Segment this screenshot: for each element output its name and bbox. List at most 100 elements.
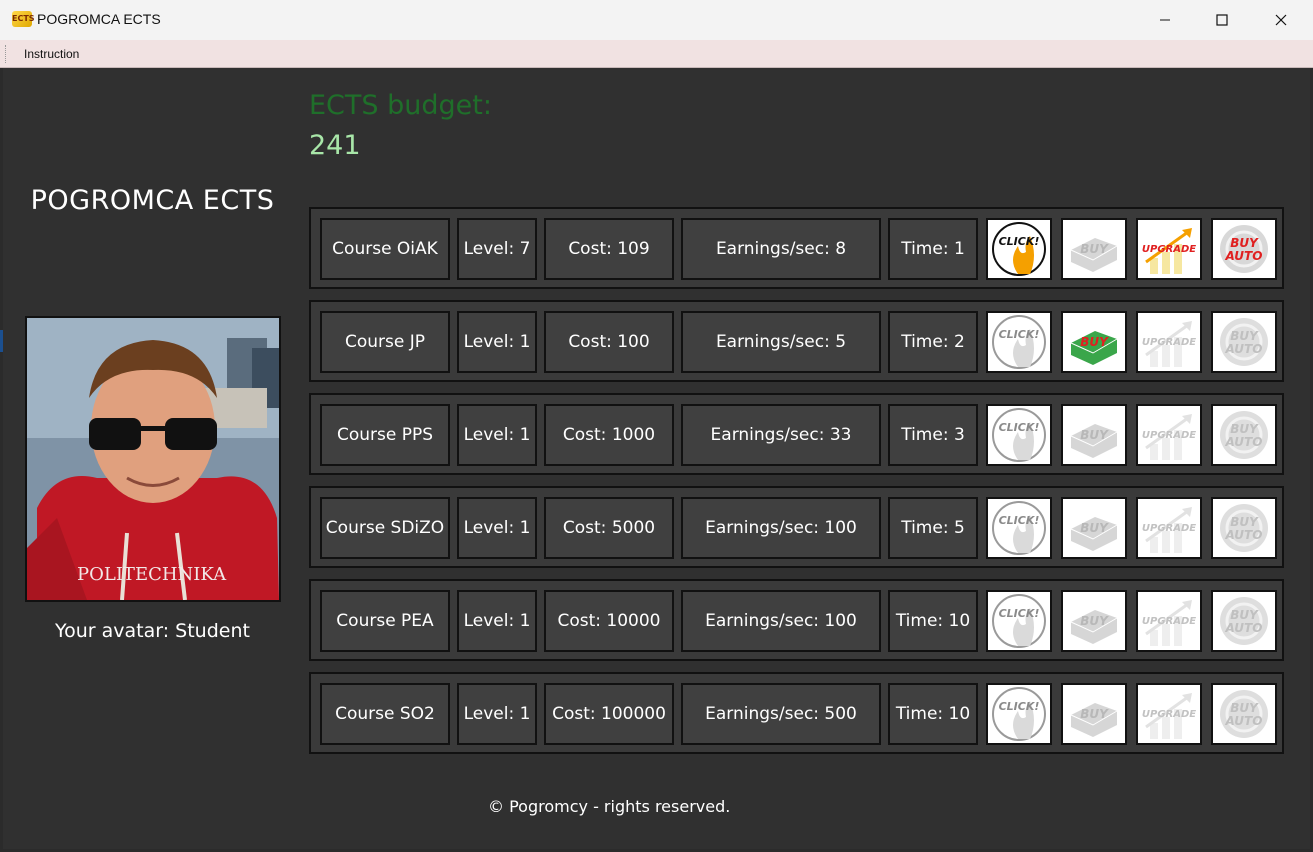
svg-text:BUY: BUY: [1230, 701, 1259, 715]
minimize-button[interactable]: [1136, 0, 1194, 40]
upgrade-icon: UPGRADE: [1142, 600, 1196, 646]
course-earnings: Earnings/sec: 5: [681, 311, 881, 373]
window-edge-marker: [0, 330, 3, 352]
course-name: Course OiAK: [320, 218, 450, 280]
upgrade-icon: UPGRADE: [1142, 507, 1196, 553]
avatar-photo: POLITECHNIKA: [27, 318, 279, 600]
course-level: Level: 1: [457, 311, 537, 373]
buy-auto-icon: BUY AUTO: [1220, 690, 1268, 738]
svg-text:CLICK!: CLICK!: [999, 607, 1040, 620]
svg-text:UPGRADE: UPGRADE: [1142, 244, 1196, 255]
svg-text:AUTO: AUTO: [1225, 435, 1263, 449]
buy-button[interactable]: BUY: [1061, 590, 1127, 652]
course-level: Level: 7: [457, 218, 537, 280]
click-button[interactable]: CLICK!: [986, 683, 1052, 745]
course-time: Time: 2: [888, 311, 978, 373]
buy-auto-button[interactable]: BUY AUTO: [1211, 404, 1277, 466]
menu-grip: [5, 45, 8, 63]
course-row: Course PEA Level: 1 Cost: 10000 Earnings/se…: [309, 579, 1284, 661]
svg-text:BUY: BUY: [1080, 335, 1109, 349]
upgrade-icon: UPGRADE: [1142, 414, 1196, 460]
buy-auto-button[interactable]: BUY AUTO: [1211, 497, 1277, 559]
svg-text:BUY: BUY: [1230, 515, 1259, 529]
maximize-button[interactable]: [1193, 0, 1251, 40]
svg-text:UPGRADE: UPGRADE: [1142, 523, 1196, 534]
svg-text:BUY: BUY: [1230, 422, 1259, 436]
svg-text:UPGRADE: UPGRADE: [1142, 430, 1196, 441]
course-name: Course SO2: [320, 683, 450, 745]
svg-text:CLICK!: CLICK!: [999, 235, 1040, 248]
course-cost: Cost: 100000: [544, 683, 674, 745]
buy-button[interactable]: BUY: [1061, 683, 1127, 745]
click-button[interactable]: CLICK!: [986, 311, 1052, 373]
upgrade-button[interactable]: UPGRADE: [1136, 497, 1202, 559]
click-button[interactable]: CLICK!: [986, 218, 1052, 280]
buy-icon: BUY: [1070, 424, 1118, 458]
buy-button[interactable]: BUY: [1061, 404, 1127, 466]
avatar-caption: Your avatar: Student: [55, 620, 250, 642]
click-button[interactable]: CLICK!: [986, 404, 1052, 466]
course-row: Course PPS Level: 1 Cost: 1000 Earnings/sec…: [309, 393, 1284, 475]
course-name: Course SDiZO: [320, 497, 450, 559]
click-button[interactable]: CLICK!: [986, 497, 1052, 559]
svg-text:CLICK!: CLICK!: [999, 514, 1040, 527]
course-time: Time: 3: [888, 404, 978, 466]
app-icon: ECTS: [12, 11, 35, 27]
svg-text:BUY: BUY: [1080, 707, 1109, 721]
svg-text:CLICK!: CLICK!: [999, 328, 1040, 341]
svg-text:BUY: BUY: [1230, 236, 1259, 250]
menu-bar: [0, 40, 1313, 68]
course-cost: Cost: 10000: [544, 590, 674, 652]
budget-value: 241: [309, 130, 361, 161]
budget-label: ECTS budget:: [309, 90, 492, 121]
buy-button[interactable]: BUY: [1061, 497, 1127, 559]
click-icon: CLICK!: [992, 687, 1046, 741]
click-icon: CLICK!: [992, 408, 1046, 462]
buy-button[interactable]: BUY: [1061, 218, 1127, 280]
title-bar: [0, 0, 1313, 41]
course-row: Course SO2 Level: 1 Cost: 100000 Earnings/s…: [309, 672, 1284, 754]
click-icon: CLICK!: [992, 315, 1046, 369]
buy-button[interactable]: BUY: [1061, 311, 1127, 373]
buy-icon: BUY: [1070, 238, 1118, 272]
svg-text:UPGRADE: UPGRADE: [1142, 337, 1196, 348]
buy-auto-icon: BUY AUTO: [1220, 225, 1268, 273]
course-time: Time: 1: [888, 218, 978, 280]
buy-auto-button[interactable]: BUY AUTO: [1211, 311, 1277, 373]
course-name: Course PEA: [320, 590, 450, 652]
menu-instruction[interactable]: Instruction: [24, 47, 79, 61]
course-row: Course OiAK Level: 7 Cost: 109 Earnings/sec…: [309, 207, 1284, 289]
buy-auto-button[interactable]: BUY AUTO: [1211, 590, 1277, 652]
minimize-icon: [1160, 19, 1170, 21]
click-icon: CLICK!: [992, 222, 1046, 276]
svg-text:BUY: BUY: [1080, 521, 1109, 535]
buy-auto-button[interactable]: BUY AUTO: [1211, 218, 1277, 280]
close-button[interactable]: [1252, 0, 1310, 40]
course-level: Level: 1: [457, 590, 537, 652]
upgrade-button[interactable]: UPGRADE: [1136, 404, 1202, 466]
buy-auto-button[interactable]: BUY AUTO: [1211, 683, 1277, 745]
footer: © Pogromcy - rights reserved.: [488, 797, 731, 816]
svg-text:CLICK!: CLICK!: [999, 421, 1040, 434]
upgrade-button[interactable]: UPGRADE: [1136, 683, 1202, 745]
buy-icon: BUY: [1070, 517, 1118, 551]
upgrade-button[interactable]: UPGRADE: [1136, 218, 1202, 280]
course-earnings: Earnings/sec: 33: [681, 404, 881, 466]
course-name: Course PPS: [320, 404, 450, 466]
course-row: Course JP Level: 1 Cost: 100 Earnings/sec: …: [309, 300, 1284, 382]
click-icon: CLICK!: [992, 594, 1046, 648]
click-button[interactable]: CLICK!: [986, 590, 1052, 652]
course-cost: Cost: 1000: [544, 404, 674, 466]
course-row: Course SDiZO Level: 1 Cost: 5000 Earnings/s…: [309, 486, 1284, 568]
close-icon: [1275, 14, 1287, 26]
course-cost: Cost: 100: [544, 311, 674, 373]
svg-text:CLICK!: CLICK!: [999, 700, 1040, 713]
upgrade-button[interactable]: UPGRADE: [1136, 590, 1202, 652]
click-icon: CLICK!: [992, 501, 1046, 555]
svg-text:BUY: BUY: [1080, 242, 1109, 256]
svg-text:BUY: BUY: [1080, 614, 1109, 628]
upgrade-icon: UPGRADE: [1142, 228, 1196, 274]
course-name: Course JP: [320, 311, 450, 373]
upgrade-button[interactable]: UPGRADE: [1136, 311, 1202, 373]
course-earnings: Earnings/sec: 8: [681, 218, 881, 280]
